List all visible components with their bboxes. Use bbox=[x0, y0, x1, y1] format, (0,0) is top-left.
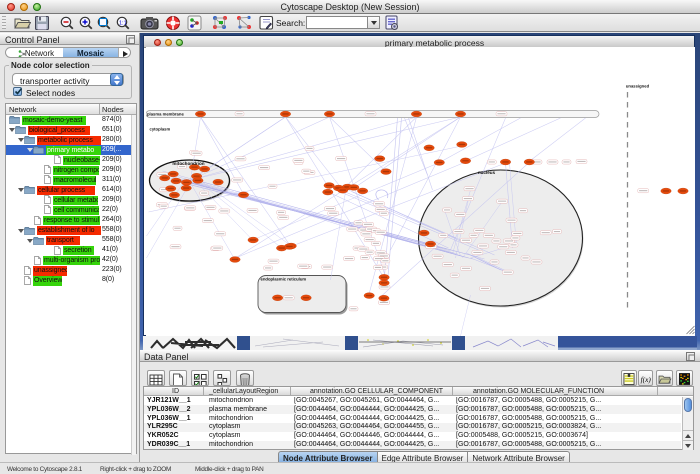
svg-text:plasma membrane: plasma membrane bbox=[147, 112, 184, 117]
svg-text:endoplasmic reticulum: endoplasmic reticulum bbox=[260, 277, 306, 282]
svg-text:1:1: 1:1 bbox=[119, 21, 127, 27]
svg-text:mitochondrion: mitochondrion bbox=[172, 161, 204, 166]
svg-text:nucleus: nucleus bbox=[477, 170, 495, 175]
svg-text:f(x): f(x) bbox=[641, 375, 652, 384]
svg-text:cytoplasm: cytoplasm bbox=[149, 127, 170, 132]
svg-text:unassigned: unassigned bbox=[625, 84, 649, 89]
